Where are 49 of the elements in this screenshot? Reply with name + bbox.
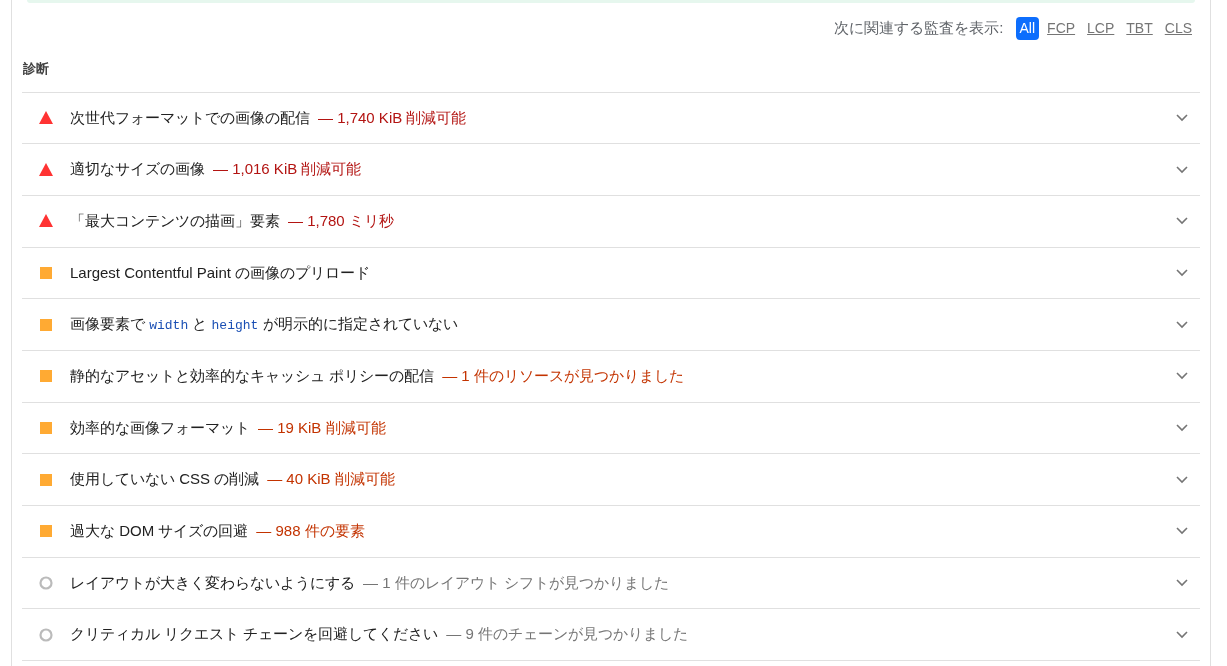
triangle-icon <box>38 213 54 230</box>
audit-value: — 9 件のチェーンが見つかりました <box>446 624 689 645</box>
filter-tab[interactable]: All <box>1015 16 1040 40</box>
chevron-down-icon[interactable] <box>1176 475 1188 484</box>
audit-title[interactable]: 静的なアセットと効率的なキャッシュ ポリシーの配信 <box>70 365 435 388</box>
audit-value: — 1,016 KiB 削減可能 <box>213 159 362 180</box>
chevron-down-icon[interactable] <box>1176 372 1188 381</box>
audit-value: — 1 件のリソースが見つかりました <box>442 366 684 387</box>
audit-value: — 988 件の要素 <box>256 521 365 542</box>
filter-tab[interactable]: LCP <box>1083 16 1119 40</box>
triangle-icon <box>38 161 54 178</box>
audit-value: — 19 KiB 削減可能 <box>258 417 386 438</box>
audit-value: — 1,780 ミリ秒 <box>288 210 394 231</box>
audit-title[interactable]: Largest Contentful Paint の画像のプリロード <box>70 261 371 285</box>
audit-title[interactable]: クリティカル リクエスト チェーンを回避してください <box>70 623 439 646</box>
square-icon <box>38 264 54 281</box>
audit-title[interactable]: 画像要素で width と height が明示的に指定されていない <box>70 313 458 336</box>
square-icon <box>38 368 54 385</box>
triangle-icon <box>38 109 54 126</box>
chevron-down-icon[interactable] <box>1176 113 1188 122</box>
chevron-down-icon[interactable] <box>1176 579 1188 588</box>
filter-tab[interactable]: CLS <box>1160 16 1196 40</box>
audit-title[interactable]: 効率的な画像フォーマット <box>70 416 250 440</box>
audit-value: — 1 件のレイアウト シフトが見つかりました <box>363 572 669 593</box>
square-icon <box>38 523 54 540</box>
filter-tab[interactable]: TBT <box>1122 16 1157 40</box>
audit-title[interactable]: 適切なサイズの画像 <box>70 158 205 181</box>
chevron-down-icon[interactable] <box>1176 320 1188 329</box>
circle-icon <box>38 626 54 643</box>
audit-title[interactable]: 次世代フォーマットでの画像の配信 <box>70 106 310 130</box>
chevron-down-icon[interactable] <box>1176 217 1188 226</box>
filter-label: 次に関連する監査を表示: <box>834 17 1004 38</box>
chevron-down-icon[interactable] <box>1176 423 1188 432</box>
section-heading: 診断 <box>22 53 1200 93</box>
audit-title[interactable]: 「最大コンテンツの描画」要素 <box>70 209 280 233</box>
circle-icon <box>38 575 54 592</box>
audit-value: — 1,740 KiB 削減可能 <box>318 107 467 128</box>
square-icon <box>38 419 54 436</box>
chevron-down-icon[interactable] <box>1176 268 1188 277</box>
square-icon <box>38 471 54 488</box>
audit-title[interactable]: レイアウトが大きく変わらないようにする <box>70 571 355 595</box>
filter-tab[interactable]: FCP <box>1043 16 1080 40</box>
audit-title[interactable]: 過大な DOM サイズの回避 <box>70 520 249 543</box>
chevron-down-icon[interactable] <box>1176 630 1188 639</box>
audit-title[interactable]: 使用していない CSS の削減 <box>70 468 260 491</box>
audit-value: — 40 KiB 削減可能 <box>267 469 395 490</box>
chevron-down-icon[interactable] <box>1176 527 1188 536</box>
chevron-down-icon[interactable] <box>1176 165 1188 174</box>
square-icon <box>38 316 54 333</box>
